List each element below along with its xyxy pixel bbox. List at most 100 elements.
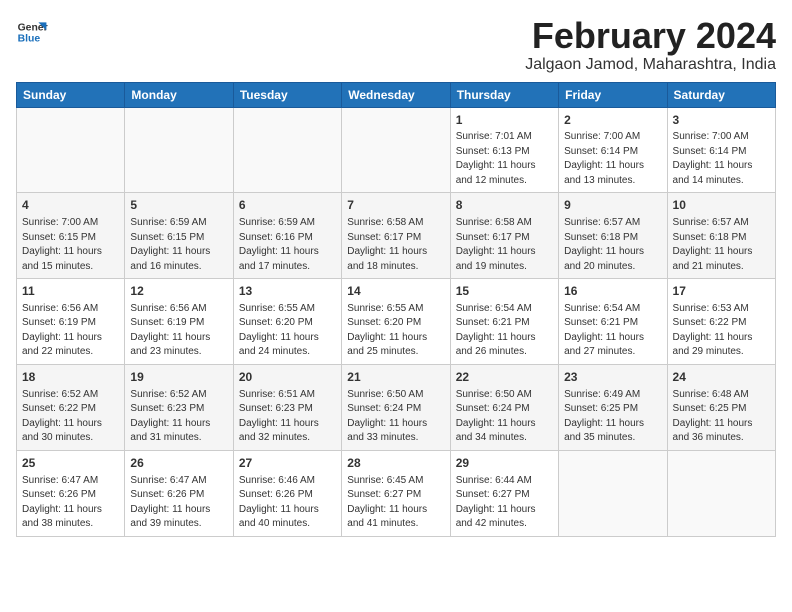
- day-info: Sunrise: 7:00 AM Sunset: 6:15 PM Dayligh…: [22, 216, 119, 274]
- calendar-cell: 20Sunrise: 6:51 AM Sunset: 6:23 PM Dayli…: [233, 364, 341, 450]
- day-number: 29: [456, 455, 553, 472]
- header-friday: Friday: [559, 82, 667, 107]
- calendar-week-3: 11Sunrise: 6:56 AM Sunset: 6:19 PM Dayli…: [17, 279, 776, 365]
- calendar-cell: 6 Sunrise: 6:59 AM Sunset: 6:16 PM Daylig…: [233, 193, 341, 279]
- day-info: Sunrise: 6:50 AM Sunset: 6:24 PM Dayligh…: [456, 388, 553, 446]
- day-info: Sunrise: 6:59 AM Sunset: 6:15 PM Dayligh…: [130, 216, 227, 274]
- calendar-cell: 17 Sunrise: 6:53 AM Sunset: 6:22 PM Dayli…: [667, 279, 775, 365]
- header-tuesday: Tuesday: [233, 82, 341, 107]
- day-number: 5: [130, 197, 227, 214]
- logo: General Blue: [16, 16, 48, 48]
- day-info: Sunrise: 6:46 AM Sunset: 6:26 PM Dayligh…: [239, 474, 336, 532]
- day-number: 26: [130, 455, 227, 472]
- day-info: Sunrise: 6:50 AM Sunset: 6:24 PM Dayligh…: [347, 388, 444, 446]
- day-info: Sunrise: 6:56 AM Sunset: 6:19 PM Dayligh…: [130, 302, 227, 360]
- day-number: 10: [673, 197, 770, 214]
- day-info: Sunrise: 6:47 AM Sunset: 6:26 PM Dayligh…: [130, 474, 227, 532]
- day-number: 27: [239, 455, 336, 472]
- day-info: Sunrise: 6:53 AM Sunset: 6:22 PM Dayligh…: [673, 302, 770, 360]
- calendar-cell: 7 Sunrise: 6:58 AM Sunset: 6:17 PM Daylig…: [342, 193, 450, 279]
- calendar-cell: [17, 107, 125, 193]
- calendar-cell: [559, 450, 667, 536]
- header-wednesday: Wednesday: [342, 82, 450, 107]
- day-info: Sunrise: 6:44 AM Sunset: 6:27 PM Dayligh…: [456, 474, 553, 532]
- day-number: 28: [347, 455, 444, 472]
- day-number: 14: [347, 283, 444, 300]
- day-number: 16: [564, 283, 661, 300]
- logo-icon: General Blue: [16, 16, 48, 48]
- calendar-week-5: 25 Sunrise: 6:47 AM Sunset: 6:26 PM Dayli…: [17, 450, 776, 536]
- calendar-week-2: 4 Sunrise: 7:00 AM Sunset: 6:15 PM Daylig…: [17, 193, 776, 279]
- day-number: 15: [456, 283, 553, 300]
- day-number: 25: [22, 455, 119, 472]
- day-info: Sunrise: 6:51 AM Sunset: 6:23 PM Dayligh…: [239, 388, 336, 446]
- calendar-cell: 14 Sunrise: 6:55 AM Sunset: 6:20 PM Dayli…: [342, 279, 450, 365]
- calendar-title: February 2024: [525, 16, 776, 56]
- calendar-cell: 24 Sunrise: 6:48 AM Sunset: 6:25 PM Dayli…: [667, 364, 775, 450]
- day-info: Sunrise: 7:00 AM Sunset: 6:14 PM Dayligh…: [564, 130, 661, 188]
- calendar-cell: 29 Sunrise: 6:44 AM Sunset: 6:27 PM Dayli…: [450, 450, 558, 536]
- day-info: Sunrise: 6:58 AM Sunset: 6:17 PM Dayligh…: [456, 216, 553, 274]
- day-number: 9: [564, 197, 661, 214]
- header-saturday: Saturday: [667, 82, 775, 107]
- calendar-cell: 13 Sunrise: 6:55 AM Sunset: 6:20 PM Dayli…: [233, 279, 341, 365]
- day-info: Sunrise: 6:45 AM Sunset: 6:27 PM Dayligh…: [347, 474, 444, 532]
- header-monday: Monday: [125, 82, 233, 107]
- calendar-cell: 1Sunrise: 7:01 AM Sunset: 6:13 PM Daylig…: [450, 107, 558, 193]
- day-info: Sunrise: 6:48 AM Sunset: 6:25 PM Dayligh…: [673, 388, 770, 446]
- day-info: Sunrise: 6:55 AM Sunset: 6:20 PM Dayligh…: [347, 302, 444, 360]
- calendar-cell: 10 Sunrise: 6:57 AM Sunset: 6:18 PM Dayli…: [667, 193, 775, 279]
- calendar-week-1: 1Sunrise: 7:01 AM Sunset: 6:13 PM Daylig…: [17, 107, 776, 193]
- calendar-cell: 12 Sunrise: 6:56 AM Sunset: 6:19 PM Dayli…: [125, 279, 233, 365]
- calendar-cell: 28 Sunrise: 6:45 AM Sunset: 6:27 PM Dayli…: [342, 450, 450, 536]
- day-number: 13: [239, 283, 336, 300]
- day-number: 7: [347, 197, 444, 214]
- day-info: Sunrise: 6:56 AM Sunset: 6:19 PM Dayligh…: [22, 302, 119, 360]
- calendar-cell: 25Sunrise: 6:47 AM Sunset: 6:26 PM Dayli…: [17, 450, 125, 536]
- calendar-cell: 15Sunrise: 6:54 AM Sunset: 6:21 PM Dayli…: [450, 279, 558, 365]
- weekday-header-row: Sunday Monday Tuesday Wednesday Thursday…: [17, 82, 776, 107]
- calendar-week-4: 18Sunrise: 6:52 AM Sunset: 6:22 PM Dayli…: [17, 364, 776, 450]
- day-info: Sunrise: 6:57 AM Sunset: 6:18 PM Dayligh…: [673, 216, 770, 274]
- calendar-cell: 19Sunrise: 6:52 AM Sunset: 6:23 PM Dayli…: [125, 364, 233, 450]
- day-number: 6: [239, 197, 336, 214]
- day-info: Sunrise: 6:49 AM Sunset: 6:25 PM Dayligh…: [564, 388, 661, 446]
- day-info: Sunrise: 6:55 AM Sunset: 6:20 PM Dayligh…: [239, 302, 336, 360]
- day-number: 17: [673, 283, 770, 300]
- day-number: 4: [22, 197, 119, 214]
- day-info: Sunrise: 6:59 AM Sunset: 6:16 PM Dayligh…: [239, 216, 336, 274]
- day-number: 2: [564, 112, 661, 129]
- calendar-cell: 9 Sunrise: 6:57 AM Sunset: 6:18 PM Daylig…: [559, 193, 667, 279]
- day-info: Sunrise: 6:52 AM Sunset: 6:23 PM Dayligh…: [130, 388, 227, 446]
- day-info: Sunrise: 7:00 AM Sunset: 6:14 PM Dayligh…: [673, 130, 770, 188]
- title-area: February 2024 Jalgaon Jamod, Maharashtra…: [525, 16, 776, 74]
- calendar-cell: 8 Sunrise: 6:58 AM Sunset: 6:17 PM Daylig…: [450, 193, 558, 279]
- calendar-cell: 11Sunrise: 6:56 AM Sunset: 6:19 PM Dayli…: [17, 279, 125, 365]
- header-thursday: Thursday: [450, 82, 558, 107]
- calendar-cell: 23 Sunrise: 6:49 AM Sunset: 6:25 PM Dayli…: [559, 364, 667, 450]
- calendar-cell: [233, 107, 341, 193]
- calendar-cell: 26 Sunrise: 6:47 AM Sunset: 6:26 PM Dayli…: [125, 450, 233, 536]
- day-number: 1: [456, 112, 553, 129]
- day-info: Sunrise: 6:52 AM Sunset: 6:22 PM Dayligh…: [22, 388, 119, 446]
- calendar-cell: 3Sunrise: 7:00 AM Sunset: 6:14 PM Daylig…: [667, 107, 775, 193]
- day-number: 12: [130, 283, 227, 300]
- day-number: 8: [456, 197, 553, 214]
- calendar-cell: 5 Sunrise: 6:59 AM Sunset: 6:15 PM Daylig…: [125, 193, 233, 279]
- calendar-cell: 4 Sunrise: 7:00 AM Sunset: 6:15 PM Daylig…: [17, 193, 125, 279]
- day-number: 3: [673, 112, 770, 129]
- day-number: 22: [456, 369, 553, 386]
- day-info: Sunrise: 6:57 AM Sunset: 6:18 PM Dayligh…: [564, 216, 661, 274]
- day-info: Sunrise: 6:54 AM Sunset: 6:21 PM Dayligh…: [564, 302, 661, 360]
- calendar-subtitle: Jalgaon Jamod, Maharashtra, India: [525, 56, 776, 74]
- calendar-cell: 27 Sunrise: 6:46 AM Sunset: 6:26 PM Dayli…: [233, 450, 341, 536]
- calendar-cell: 21 Sunrise: 6:50 AM Sunset: 6:24 PM Dayli…: [342, 364, 450, 450]
- calendar-cell: 2Sunrise: 7:00 AM Sunset: 6:14 PM Daylig…: [559, 107, 667, 193]
- calendar-table: Sunday Monday Tuesday Wednesday Thursday…: [16, 82, 776, 537]
- calendar-cell: 16 Sunrise: 6:54 AM Sunset: 6:21 PM Dayli…: [559, 279, 667, 365]
- day-number: 24: [673, 369, 770, 386]
- day-number: 21: [347, 369, 444, 386]
- day-info: Sunrise: 6:58 AM Sunset: 6:17 PM Dayligh…: [347, 216, 444, 274]
- calendar-cell: [667, 450, 775, 536]
- day-number: 23: [564, 369, 661, 386]
